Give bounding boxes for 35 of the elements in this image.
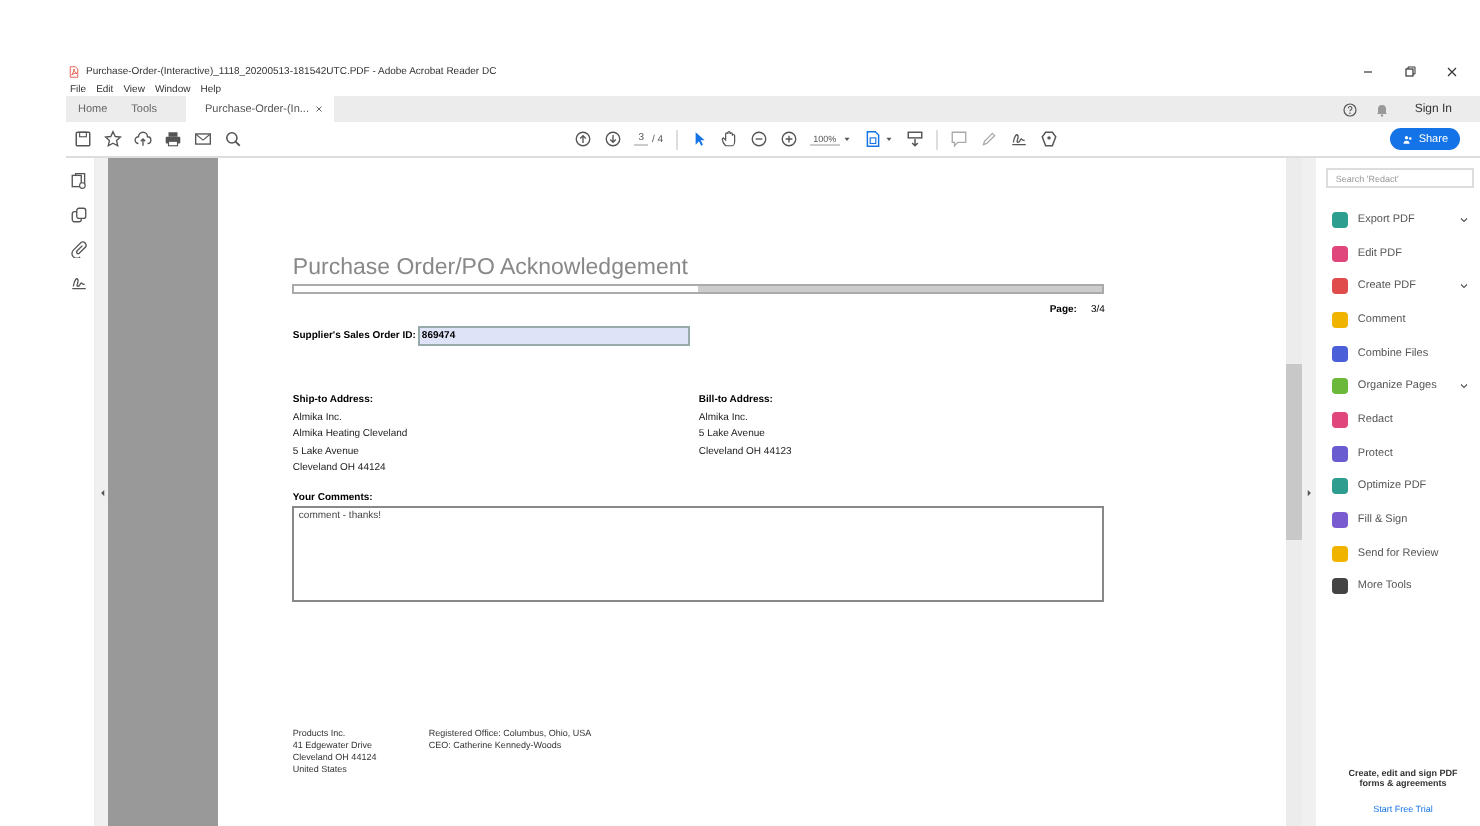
collapse-arrow-icon[interactable] [97, 487, 108, 497]
page-icon[interactable] [70, 172, 89, 190]
caret-icon[interactable] [884, 134, 895, 144]
expand-arrow-icon[interactable] [1304, 487, 1315, 497]
zoom-in-icon[interactable] [779, 130, 798, 148]
save-icon[interactable] [74, 130, 92, 148]
pdf-file-icon [68, 66, 80, 78]
chevron-down-icon[interactable] [1458, 280, 1470, 293]
stamp-icon[interactable] [1040, 130, 1059, 148]
chevron-down-icon[interactable] [1458, 380, 1470, 393]
zoom-out-icon[interactable] [749, 130, 768, 148]
close-icon[interactable] [1444, 64, 1460, 80]
cloud-upload-icon[interactable] [134, 130, 152, 148]
document-title: Purchase Order/PO Acknowledgement [292, 256, 690, 282]
print-icon[interactable] [164, 130, 182, 148]
copy-icon[interactable] [70, 206, 89, 224]
hand-icon[interactable] [719, 130, 738, 148]
star-icon[interactable] [104, 130, 122, 148]
people-icon [1402, 133, 1415, 145]
mail-icon[interactable] [194, 130, 212, 148]
caret-icon[interactable] [842, 134, 853, 144]
signature-icon[interactable] [1010, 130, 1029, 148]
paperclip-icon[interactable] [70, 240, 89, 258]
arrow-up-circle-icon[interactable] [574, 130, 593, 148]
signature-icon[interactable] [70, 274, 89, 292]
help-icon[interactable] [1342, 101, 1359, 117]
scrollbar-thumb[interactable] [1286, 364, 1303, 540]
chevron-down-icon[interactable] [1458, 213, 1470, 226]
scrollbar-track[interactable] [1286, 158, 1303, 826]
arrow-down-circle-icon[interactable] [604, 130, 623, 148]
restore-icon[interactable] [1402, 64, 1418, 80]
page-fit-icon[interactable] [864, 130, 883, 148]
search-icon[interactable] [224, 130, 242, 148]
close-icon[interactable] [314, 104, 325, 114]
tray-icon[interactable] [906, 130, 925, 148]
